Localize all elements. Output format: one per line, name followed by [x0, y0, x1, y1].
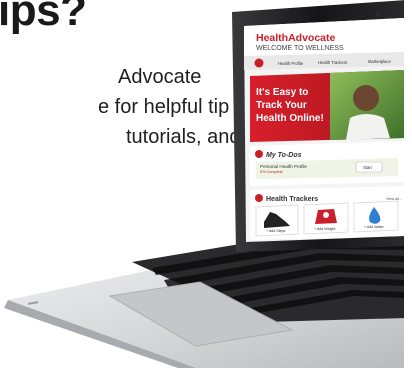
- screen: HealthAdvocate WELCOME TO WELLNESS Healt…: [244, 18, 404, 242]
- hero-line-3: Health Online!: [256, 113, 324, 124]
- hero-banner: It's Easy to Track Your Health Online!: [250, 70, 404, 142]
- trackers-view-all-link[interactable]: View all...: [386, 197, 402, 201]
- todo-title: My To-Dos: [266, 152, 302, 159]
- hero-photo-person: [353, 85, 379, 111]
- tracker-label-water: + Add Water: [364, 225, 385, 229]
- tracker-label-steps: + Add Steps: [266, 229, 286, 233]
- nav-marketplace[interactable]: Marketplace: [368, 59, 391, 64]
- hero-line-2: Track Your: [256, 100, 307, 111]
- brand-tagline: WELCOME TO WELLNESS: [256, 45, 344, 52]
- todo-item-title[interactable]: Personal Health Profile: [260, 164, 307, 169]
- tracker-card-water[interactable]: + Add Water: [353, 200, 399, 233]
- trackers-title: Health Trackers: [266, 196, 318, 203]
- todo-start-button-label: Start: [363, 165, 373, 170]
- page-margin: [404, 0, 412, 368]
- todo-item-progress: 0% Complete: [260, 170, 283, 174]
- todo-icon: [255, 150, 263, 158]
- laptop-base: [4, 234, 406, 368]
- tracker-card-weight[interactable]: + Add Weight: [303, 202, 349, 235]
- site-header: HealthAdvocate WELCOME TO WELLNESS Healt…: [244, 18, 404, 70]
- camera: [376, 12, 380, 16]
- nav-health-profile[interactable]: Health Profile: [278, 61, 304, 66]
- nav-health-trackers[interactable]: Health Trackers: [318, 60, 347, 65]
- todo-panel: My To-Dos Personal Health Profile 0% Com…: [250, 141, 404, 186]
- tracker-card-steps[interactable]: + Add Steps: [255, 204, 299, 237]
- trackers-icon: [255, 194, 263, 202]
- trackers-panel: Health Trackers View all... + Add Steps …: [250, 186, 404, 240]
- home-icon[interactable]: [254, 58, 264, 68]
- laptop-illustration: HealthAdvocate WELCOME TO WELLNESS Healt…: [4, 0, 406, 368]
- hero-line-1: It's Easy to: [256, 87, 308, 98]
- tracker-label-weight: + Add Weight: [314, 227, 335, 231]
- brand-logo: HealthAdvocate: [256, 32, 336, 44]
